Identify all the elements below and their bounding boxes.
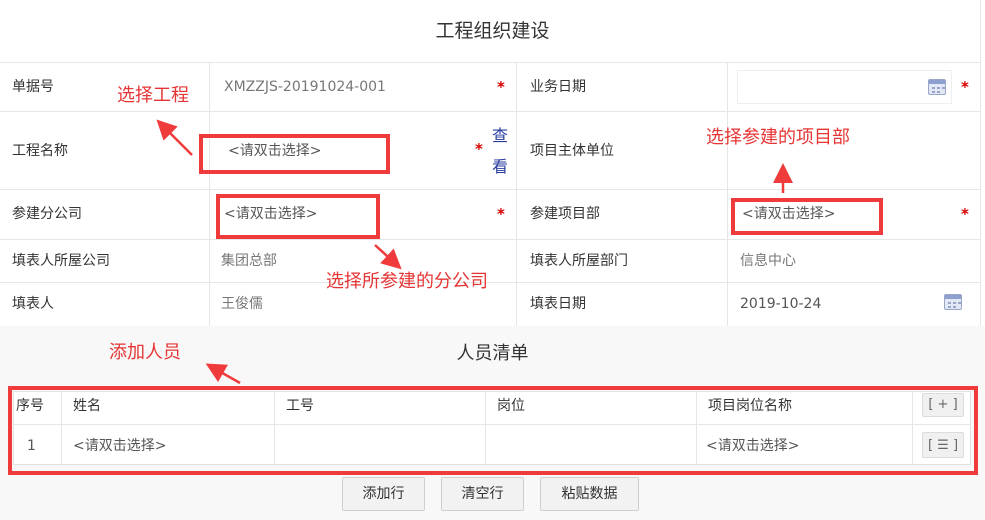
arrow-icon [156,119,793,385]
